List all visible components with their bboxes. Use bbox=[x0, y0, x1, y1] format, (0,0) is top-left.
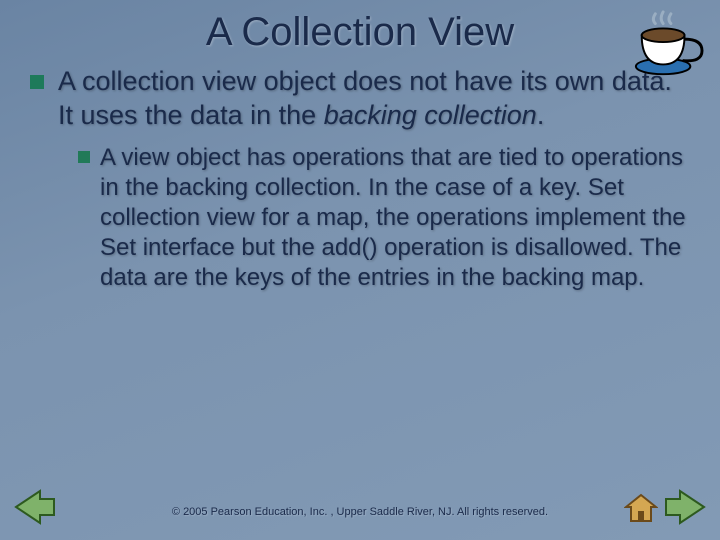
bullet-level1: A collection view object does not have i… bbox=[30, 65, 690, 133]
copyright-footer: © 2005 Pearson Education, Inc. , Upper S… bbox=[0, 506, 720, 518]
home-button[interactable] bbox=[624, 493, 658, 528]
bullet-level1-italic: backing collection bbox=[324, 100, 537, 130]
coffee-cup-icon bbox=[628, 8, 706, 80]
slide: A Collection View A collection view obje… bbox=[0, 0, 720, 540]
next-slide-button[interactable] bbox=[664, 489, 706, 530]
slide-title: A Collection View bbox=[0, 0, 720, 55]
bullet-level2: A view object has operations that are ti… bbox=[30, 143, 690, 293]
previous-slide-button[interactable] bbox=[14, 489, 56, 530]
bullet-icon bbox=[78, 151, 90, 163]
bullet-level1-trailing: . bbox=[537, 100, 545, 130]
bullet-level2-text: A view object has operations that are ti… bbox=[100, 143, 690, 293]
slide-body: A collection view object does not have i… bbox=[0, 55, 720, 293]
bullet-icon bbox=[30, 75, 44, 89]
bullet-level1-text: A collection view object does not have i… bbox=[58, 65, 690, 133]
